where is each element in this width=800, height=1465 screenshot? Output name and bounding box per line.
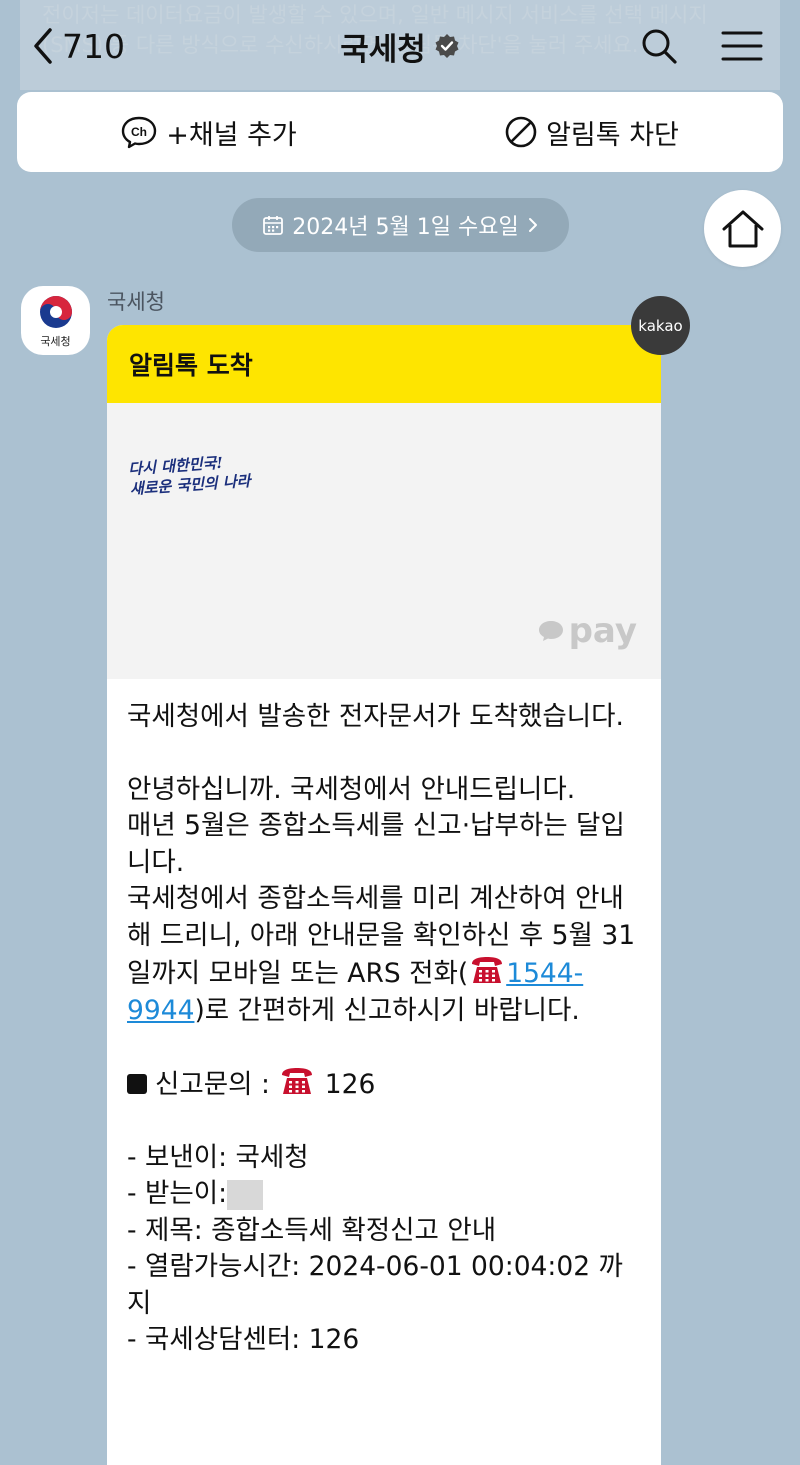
msg-greeting: 안녕하십니까. 국세청에서 안내드립니다. [127,773,576,805]
speech-bubble-icon [538,621,563,641]
unread-count: 710 [62,26,125,66]
msg-guide-end: )로 간편하게 신고하시기 바랍니다. [194,994,580,1026]
channel-icon-text: Ch [131,125,147,139]
msg-subject: - 제목: 종합소득세 확정신고 안내 [127,1214,497,1246]
avatar-label: 국세청 [40,334,71,348]
kakao-badge: kakao [631,296,690,355]
telephone-icon [472,957,503,983]
bubble-header: 알림톡 도착 [107,325,661,403]
sender-avatar[interactable]: 국세청 [21,286,90,355]
menu-icon[interactable] [720,24,764,68]
verified-badge-icon [435,34,459,58]
block-alimtalk-button[interactable]: 알림톡 차단 [400,92,783,172]
message-banner: 다시 대한민국! 새로운 국민의 나라 pay [107,403,661,679]
channel-bubble-icon: Ch [122,116,157,149]
kakao-pay-mark: pay [537,611,637,651]
chat-title: 국세청 [340,31,426,68]
calendar-icon [263,216,284,235]
msg-inquiry: 신고문의 : 126 [127,1065,639,1104]
block-icon [505,116,537,148]
channel-actions-bar: Ch +채널 추가 알림톡 차단 [17,92,783,172]
chat-header: 710 국세청 [0,0,800,92]
add-channel-button[interactable]: Ch +채널 추가 [17,92,400,172]
msg-center: - 국세상담센터: 126 [127,1324,360,1355]
msg-sender: - 보낸이: 국세청 [127,1141,309,1173]
date-pill[interactable]: 2024년 5월 1일 수요일 [232,198,569,252]
pay-label: pay [568,611,637,651]
add-channel-label: +채널 추가 [166,119,297,151]
msg-line1: 국세청에서 발송한 전자문서가 도착했습니다. [127,701,624,732]
black-square-icon [127,1074,147,1094]
inquiry-number[interactable]: 126 [325,1069,376,1100]
home-icon [722,210,763,247]
date-label: 2024년 5월 1일 수요일 [292,215,519,240]
msg-available-time: - 열람가능시간: 2024-06-01 00:04:02 까지 [127,1251,623,1319]
chevron-left-icon [34,28,52,64]
inquiry-label: 신고문의 : [155,1069,279,1100]
search-icon[interactable] [637,24,681,68]
message-body: 국세청에서 발송한 전자문서가 도착했습니다. 안녕하십니까. 국세청에서 안내… [107,679,661,1359]
telephone-icon [282,1068,313,1094]
sender-name: 국세청 [107,290,165,314]
alimtalk-message-bubble: 알림톡 도착 다시 대한민국! 새로운 국민의 나라 pay 국세청에서 발송한… [107,325,661,1465]
redacted-name [227,1179,264,1210]
slogan: 다시 대한민국! 새로운 국민의 나라 [128,451,251,499]
home-button[interactable] [704,190,781,267]
receiver-label: - 받는이: [127,1178,228,1209]
taegeuk-logo-icon [39,295,72,328]
back-button[interactable]: 710 [30,22,125,70]
block-label: 알림톡 차단 [546,119,679,151]
msg-may: 매년 5월은 종합소득세를 신고·납부하는 달입니다. [127,810,625,878]
msg-guide: 국세청에서 종합소득세를 미리 계산하여 안내해 드리니, 아래 안내문을 확인… [127,881,639,1029]
msg-receiver: - 받는이: [127,1176,639,1213]
chevron-right-icon [528,218,537,232]
